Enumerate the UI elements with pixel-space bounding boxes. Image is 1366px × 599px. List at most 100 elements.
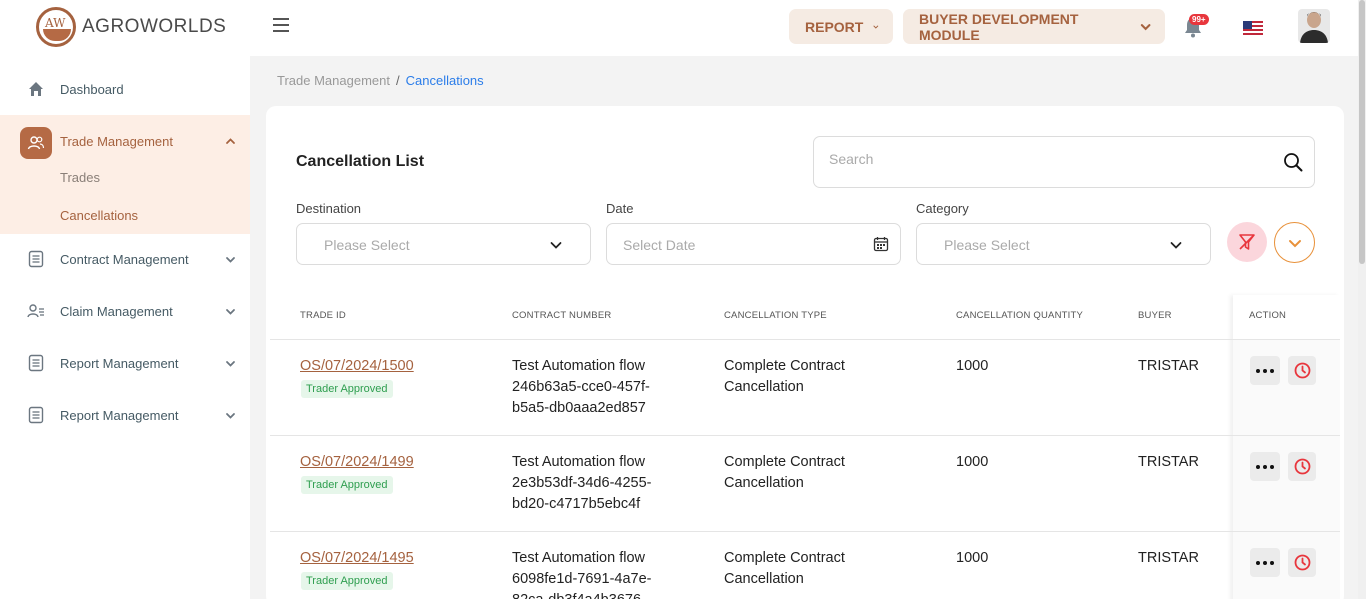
sidebar-item-label: Contract Management (60, 251, 189, 267)
history-button[interactable] (1288, 356, 1316, 385)
clock-icon (1294, 458, 1310, 475)
cancellation-type: Complete Contract (724, 550, 845, 566)
document-icon (28, 354, 44, 372)
trade-id-link[interactable]: OS/07/2024/1499 (300, 452, 414, 473)
contract-number-line: 82ca-db3f4a4b3676 (512, 590, 641, 599)
chevron-down-icon (226, 308, 235, 315)
module-label: BUYER DEVELOPMENT MODULE (919, 10, 1079, 43)
trade-management-group: Trade Management Trades Cancellations (0, 115, 250, 234)
us-flag-icon[interactable] (1243, 21, 1263, 35)
sidebar-item-label: Trade Management (60, 133, 173, 149)
more-options-button[interactable] (1250, 548, 1280, 577)
sidebar-item-dashboard[interactable]: Dashboard (0, 63, 250, 115)
document-icon (28, 250, 44, 268)
date-placeholder: Select Date (623, 237, 696, 253)
date-picker[interactable]: Select Date (606, 223, 901, 265)
cancellation-type: Cancellation (724, 571, 804, 587)
sidebar-item-label: Report Management (60, 407, 179, 423)
contract-number-line: Test Automation flow (512, 454, 645, 470)
search-icon[interactable] (1283, 152, 1303, 172)
chevron-down-icon (226, 256, 235, 263)
chevron-down-icon (1140, 23, 1151, 30)
breadcrumb-current: Cancellations (405, 73, 484, 88)
page-scrollbar[interactable] (1358, 0, 1366, 599)
sidebar-item-label: Dashboard (60, 81, 124, 97)
contract-number-line: b5a5-db0aaa2ed857 (512, 400, 646, 416)
contract-number-line: Test Automation flow (512, 358, 645, 374)
cancellation-card: Cancellation List Destination Please Sel… (266, 106, 1344, 599)
category-select[interactable]: Please Select (916, 223, 1211, 265)
breadcrumb-separator: / (395, 73, 400, 88)
sidebar: Dashboard Trade Management Trades Cancel… (0, 56, 250, 599)
cancellation-quantity: 1000 (956, 454, 989, 470)
trade-id-link[interactable]: OS/07/2024/1495 (300, 548, 414, 569)
more-options-button[interactable] (1250, 356, 1280, 385)
category-label: Category (916, 201, 969, 216)
chevron-down-icon (1288, 239, 1301, 247)
contract-number-line: Test Automation flow (512, 550, 645, 566)
destination-label: Destination (296, 201, 362, 216)
destination-select[interactable]: Please Select (296, 223, 591, 265)
sidebar-subitem-cancellations[interactable]: Cancellations (60, 208, 138, 223)
logo-mark-icon: AW (36, 7, 76, 47)
chevron-down-icon (873, 25, 879, 29)
sidebar-item-report-management[interactable]: Report Management (0, 337, 250, 389)
user-list-icon (27, 304, 44, 318)
buyer: TRISTAR (1138, 550, 1199, 566)
report-dropdown-button[interactable]: REPORT (789, 9, 893, 44)
cancellation-quantity: 1000 (956, 358, 989, 374)
calendar-icon (873, 237, 889, 252)
column-header-cancellation-type: CANCELLATION TYPE (724, 310, 827, 321)
module-dropdown-button[interactable]: BUYER DEVELOPMENT MODULE (903, 9, 1165, 44)
breadcrumb: Trade Management / Cancellations (277, 73, 484, 88)
logo[interactable]: AW AGROWORLDS (36, 7, 226, 47)
column-header-buyer: BUYER (1138, 310, 1172, 321)
clear-filter-button[interactable] (1227, 222, 1267, 262)
column-header-trade-id: TRADE ID (300, 310, 346, 321)
sidebar-item-label: Claim Management (60, 303, 173, 319)
column-header-action: ACTION (1249, 310, 1287, 321)
cancellation-type: Complete Contract (724, 454, 845, 470)
destination-placeholder: Please Select (324, 237, 410, 253)
search-input[interactable] (829, 151, 1269, 167)
column-header-contract-number: CONTRACT NUMBER (512, 310, 612, 321)
buyer: TRISTAR (1138, 358, 1199, 374)
clock-icon (1294, 362, 1310, 379)
chevron-down-icon (226, 412, 235, 419)
sidebar-item-contract-management[interactable]: Contract Management (0, 233, 250, 285)
filter-off-icon (1239, 234, 1255, 250)
users-icon (20, 127, 52, 159)
breadcrumb-parent[interactable]: Trade Management (277, 73, 390, 88)
chevron-down-icon (550, 242, 562, 249)
history-button[interactable] (1288, 548, 1316, 577)
sidebar-item-trade-management[interactable]: Trade Management (0, 115, 250, 167)
home-icon (29, 82, 43, 96)
menu-toggle-icon[interactable] (273, 18, 289, 32)
report-label: REPORT (805, 18, 864, 35)
sidebar-subitem-trades[interactable]: Trades (60, 170, 100, 185)
contract-number-line: 6098fe1d-7691-4a7e- (512, 571, 652, 587)
status-badge: Trader Approved (301, 476, 393, 494)
sidebar-item-claim-management[interactable]: Claim Management (0, 285, 250, 337)
cancellation-type: Cancellation (724, 379, 804, 395)
chevron-down-icon (226, 360, 235, 367)
sidebar-item-report-management-2[interactable]: Report Management (0, 389, 250, 441)
expand-filters-button[interactable] (1274, 222, 1315, 263)
cancellation-type: Cancellation (724, 475, 804, 491)
trade-id-link[interactable]: OS/07/2024/1500 (300, 356, 414, 377)
buyer: TRISTAR (1138, 454, 1199, 470)
logo-text: AGROWORLDS (82, 16, 227, 37)
chevron-up-icon (226, 137, 235, 144)
top-header: AW AGROWORLDS REPORT BUYER DEVELOPMENT M… (0, 0, 1358, 56)
more-options-button[interactable] (1250, 452, 1280, 481)
avatar[interactable] (1298, 9, 1330, 43)
clock-icon (1294, 554, 1310, 571)
document-icon (28, 406, 44, 424)
cancellation-quantity: 1000 (956, 550, 989, 566)
notification-badge: 99+ (1189, 14, 1209, 25)
more-dots-icon (1256, 368, 1274, 373)
chevron-down-icon (1170, 242, 1182, 249)
search-box (813, 136, 1315, 188)
status-badge: Trader Approved (301, 572, 393, 590)
history-button[interactable] (1288, 452, 1316, 481)
